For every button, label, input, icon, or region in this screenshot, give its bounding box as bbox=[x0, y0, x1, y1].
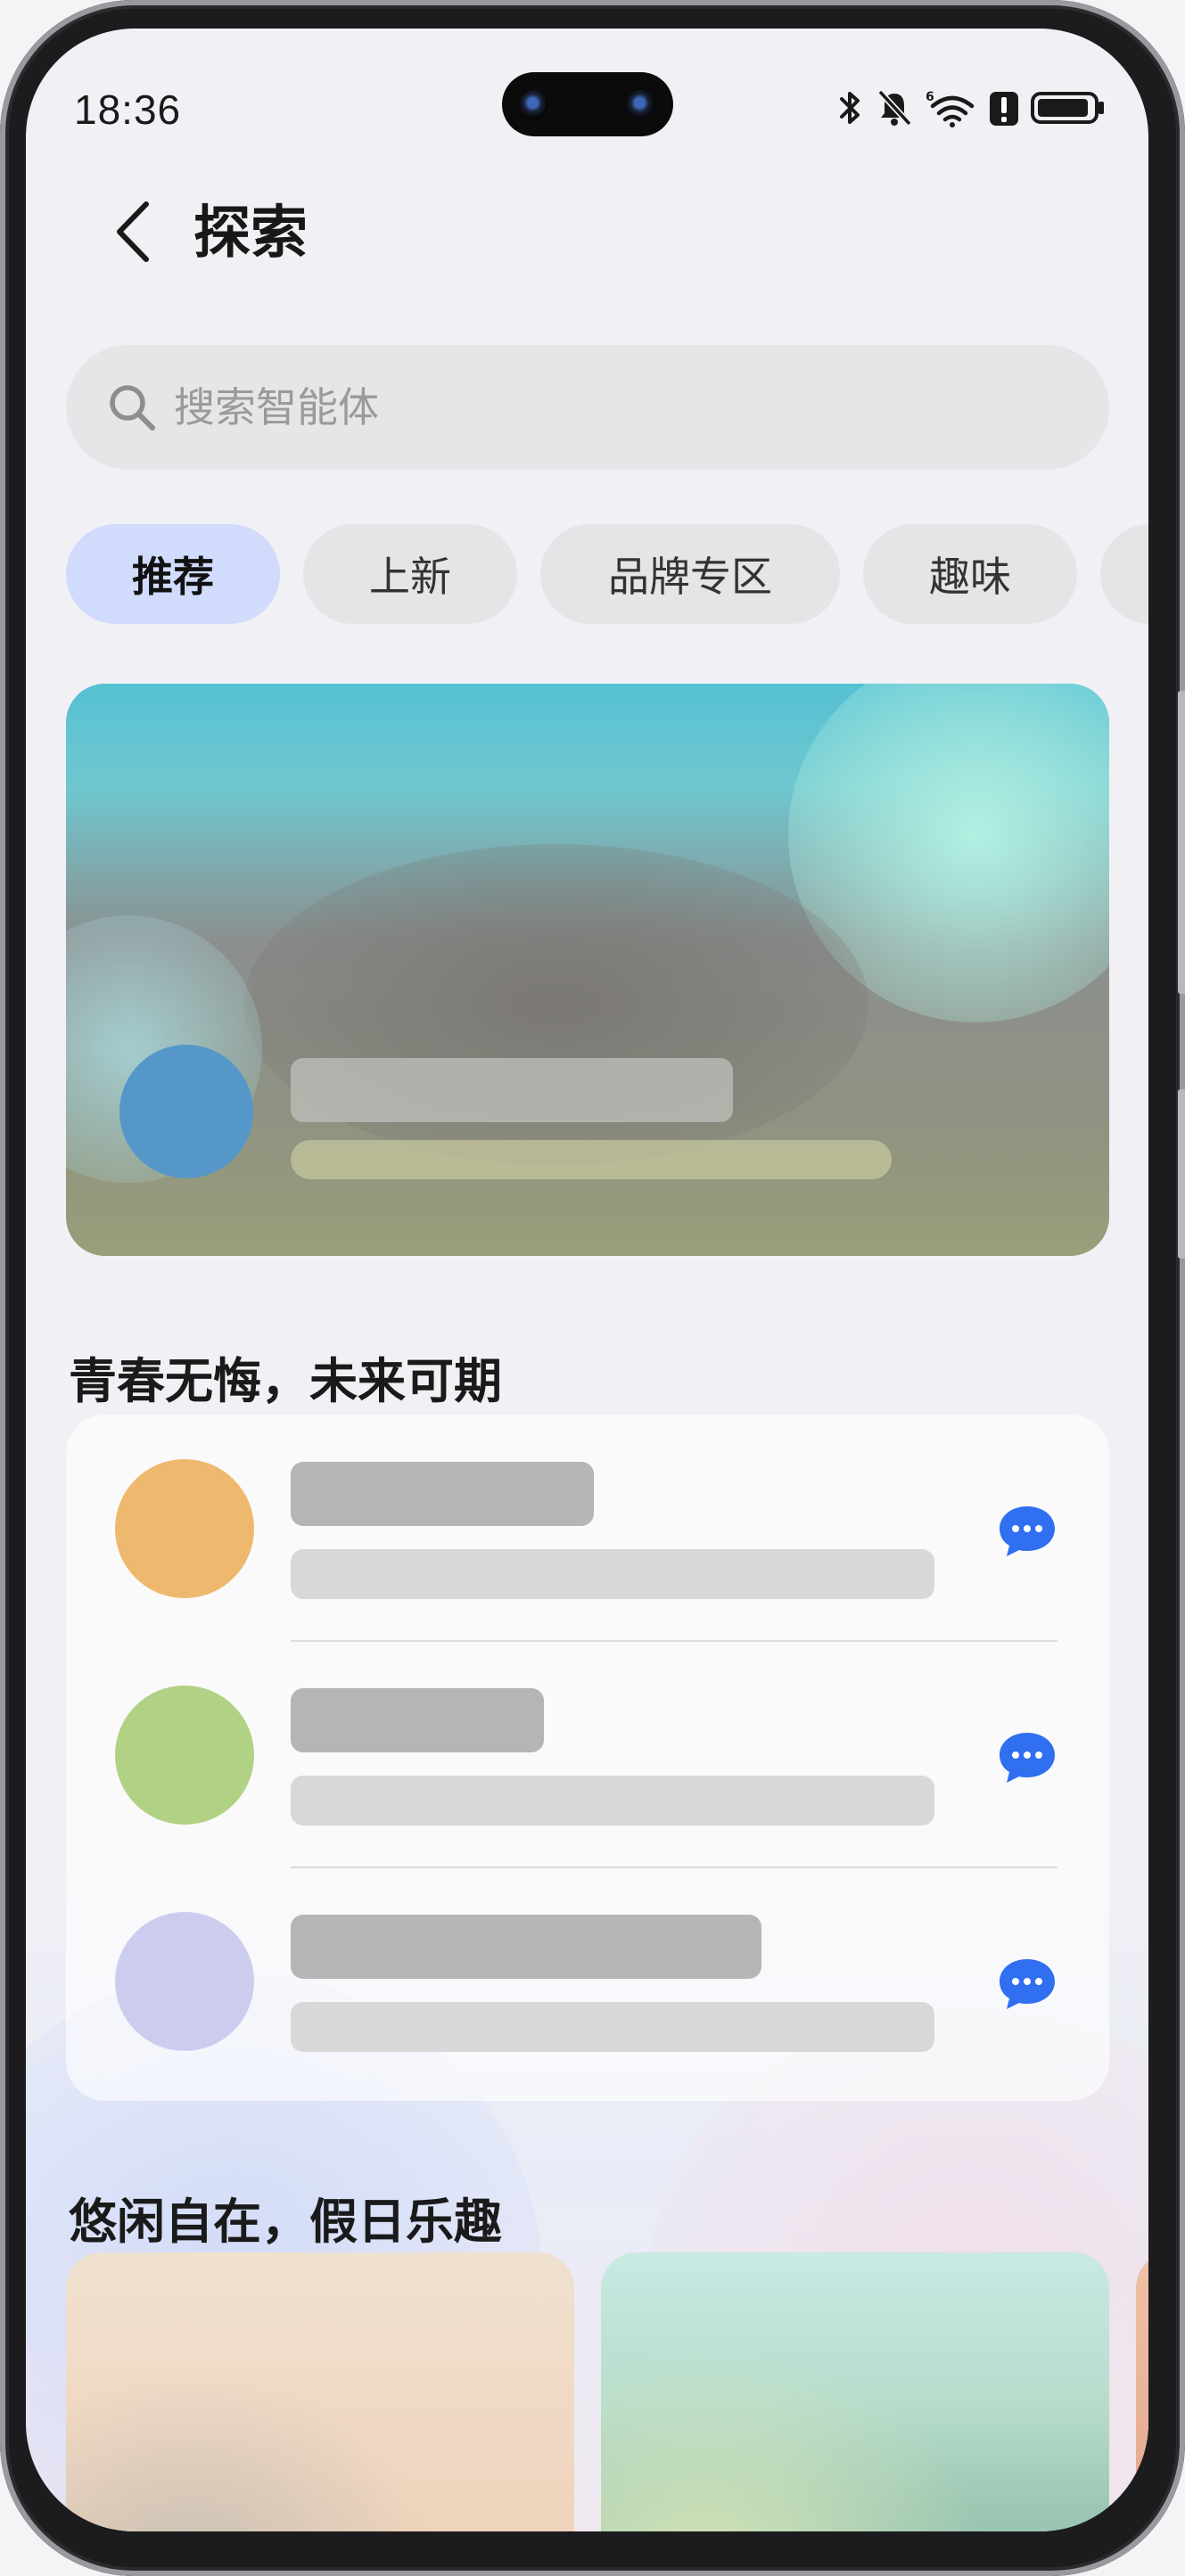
item-desc-placeholder bbox=[291, 1776, 934, 1825]
avatar bbox=[115, 1459, 254, 1598]
item-title-placeholder bbox=[291, 1462, 594, 1526]
banner-avatar bbox=[119, 1045, 253, 1178]
mute-bell-icon bbox=[877, 89, 912, 127]
item-desc-placeholder bbox=[291, 2002, 934, 2052]
tab-brand-zone[interactable]: 品牌专区 bbox=[540, 524, 840, 624]
tab-overflow[interactable] bbox=[1100, 524, 1148, 624]
front-camera-icon bbox=[520, 90, 548, 119]
list-item[interactable] bbox=[66, 1867, 1109, 2094]
list-item[interactable] bbox=[66, 1415, 1109, 1641]
list-item[interactable] bbox=[66, 1641, 1109, 1867]
tab-new[interactable]: 上新 bbox=[303, 524, 517, 624]
volume-button bbox=[1178, 691, 1185, 994]
item-title-placeholder bbox=[291, 1915, 761, 1979]
power-button bbox=[1178, 1089, 1185, 1259]
item-title-placeholder bbox=[291, 1688, 544, 1752]
leisure-card[interactable] bbox=[601, 2252, 1109, 2531]
leisure-cards bbox=[66, 2252, 1148, 2531]
screen: 18:36 6 探索 推荐 上新 品牌专区 趣味 青春无悔，未来可期 bbox=[26, 29, 1148, 2531]
search-input[interactable] bbox=[174, 383, 976, 431]
tab-recommended[interactable]: 推荐 bbox=[66, 524, 280, 624]
back-button[interactable] bbox=[97, 187, 169, 276]
chevron-left-icon bbox=[117, 201, 149, 262]
chat-bubble-icon[interactable] bbox=[996, 1503, 1058, 1560]
chat-bubble-icon[interactable] bbox=[996, 1729, 1058, 1786]
camera-cutout bbox=[502, 72, 673, 136]
leisure-card[interactable] bbox=[1136, 2252, 1148, 2531]
category-tabs: 推荐 上新 品牌专区 趣味 bbox=[66, 524, 1148, 624]
battery-icon bbox=[1031, 92, 1104, 124]
tab-fun[interactable]: 趣味 bbox=[863, 524, 1077, 624]
wifi-6-icon: 6 bbox=[926, 90, 975, 127]
front-camera-icon bbox=[627, 90, 655, 119]
avatar bbox=[115, 1912, 254, 2051]
banner-title-placeholder bbox=[291, 1058, 733, 1122]
item-desc-placeholder bbox=[291, 1549, 934, 1599]
search-icon bbox=[110, 385, 155, 431]
agent-list-card bbox=[66, 1415, 1109, 2101]
leisure-card[interactable] bbox=[66, 2252, 574, 2531]
featured-banner[interactable] bbox=[66, 684, 1109, 1256]
status-icons: 6 bbox=[838, 86, 1106, 130]
search-bar[interactable] bbox=[66, 345, 1109, 470]
section-title-youth: 青春无悔，未来可期 bbox=[69, 1353, 502, 1409]
chat-bubble-icon[interactable] bbox=[996, 1956, 1058, 2013]
bluetooth-icon bbox=[840, 92, 860, 124]
status-time: 18:36 bbox=[74, 86, 182, 133]
avatar bbox=[115, 1686, 254, 1825]
svg-text:6: 6 bbox=[926, 90, 934, 104]
section-title-leisure: 悠闲自在，假日乐趣 bbox=[69, 2194, 502, 2250]
alert-icon bbox=[990, 92, 1018, 126]
banner-subtitle-placeholder bbox=[291, 1140, 892, 1179]
page-title: 探索 bbox=[193, 201, 308, 267]
